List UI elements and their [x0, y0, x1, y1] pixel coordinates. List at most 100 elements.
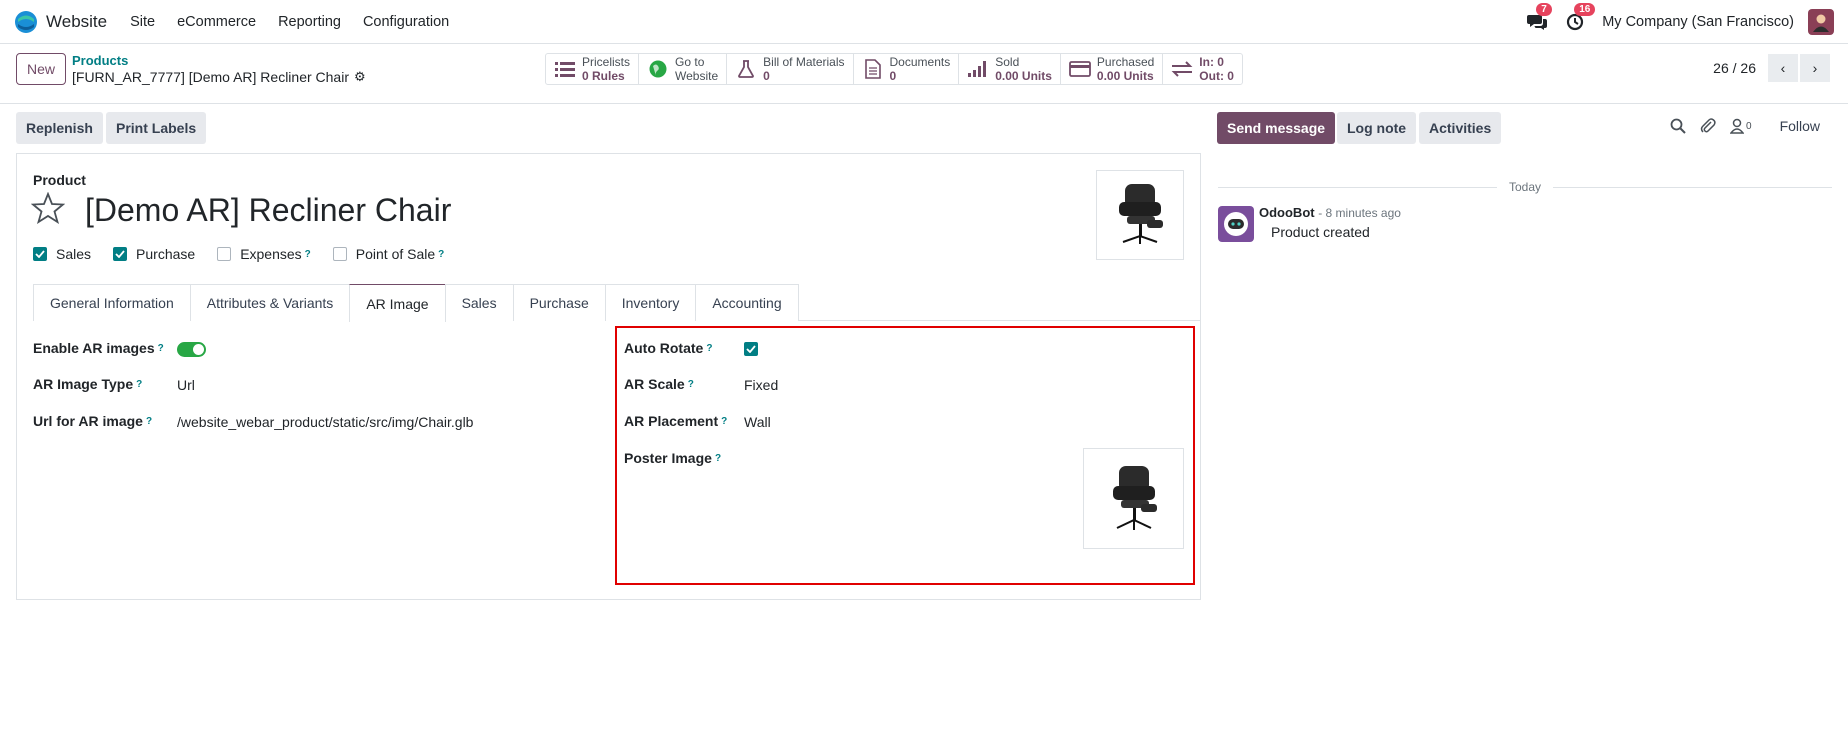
smart-purchased-line2: 0.00 Units — [1096, 69, 1154, 83]
menu-configuration[interactable]: Configuration — [363, 14, 449, 30]
menu-site[interactable]: Site — [130, 14, 155, 30]
tab-attributes-variants[interactable]: Attributes & Variants — [189, 284, 351, 321]
smart-button-pricelists[interactable]: Pricelists 0 Rules — [546, 54, 640, 84]
auto-rotate-field: Auto Rotate? — [624, 340, 712, 356]
breadcrumb-products-link[interactable]: Products — [72, 53, 366, 68]
message-author[interactable]: OdooBot — [1259, 205, 1315, 220]
ar-placement-value[interactable]: Wall — [744, 414, 771, 430]
favorite-star-icon[interactable] — [30, 191, 66, 227]
pager: 26 / 26 ‹ › — [1713, 54, 1830, 82]
replenish-button[interactable]: Replenish — [16, 112, 103, 144]
separator-line — [1218, 186, 1497, 188]
url-for-ar-image-input[interactable]: /website_webar_product/static/src/img/Ch… — [177, 414, 473, 430]
followers-count: 0 — [1746, 120, 1752, 132]
credit-card-icon — [1069, 61, 1091, 77]
purchase-checkbox[interactable] — [113, 247, 128, 261]
tab-ar-image[interactable]: AR Image — [349, 284, 446, 322]
log-note-button[interactable]: Log note — [1337, 112, 1417, 144]
smart-button-bill-of-materials[interactable]: Bill of Materials 0 — [727, 54, 854, 84]
ar-scale-label: AR Scale — [624, 376, 685, 392]
help-icon[interactable]: ? — [715, 453, 721, 464]
product-image[interactable] — [1096, 170, 1184, 260]
ar-placement-field: AR Placement? — [624, 413, 727, 429]
gear-icon[interactable]: ⚙ — [354, 69, 366, 85]
url-for-ar-image-value[interactable]: /website_webar_product/static/src/img/Ch… — [177, 414, 473, 430]
point-of-sale-checkbox[interactable] — [332, 247, 347, 261]
smart-button-purchased[interactable]: Purchased 0.00 Units — [1061, 54, 1164, 84]
new-button[interactable]: New — [16, 53, 67, 85]
breadcrumb-current: [FURN_AR_7777] [Demo AR] Recliner Chair … — [72, 69, 366, 85]
smart-website-line2: Website — [675, 69, 719, 83]
enable-ar-images-field: Enable AR images? — [33, 340, 164, 356]
pager-value[interactable]: 26 / 26 — [1713, 60, 1756, 76]
point-of-sale-option[interactable]: Point of Sale? — [332, 246, 444, 262]
enable-ar-images-label: Enable AR images — [33, 340, 155, 356]
ar-image-type-value[interactable]: Url — [177, 377, 195, 393]
chevron-right-icon: › — [1812, 60, 1818, 76]
help-icon[interactable]: ? — [438, 249, 444, 260]
send-message-button[interactable]: Send message — [1217, 112, 1336, 144]
print-labels-button[interactable]: Print Labels — [106, 112, 207, 144]
expenses-checkbox[interactable] — [217, 247, 232, 261]
ar-scale-select[interactable]: Fixed — [744, 377, 778, 393]
tab-inventory[interactable]: Inventory — [604, 284, 697, 321]
smart-button-go-to-website[interactable]: Go to Website — [639, 54, 728, 84]
smart-website-line1: Go to — [675, 55, 705, 69]
tab-accounting[interactable]: Accounting — [695, 284, 799, 321]
flask-icon — [735, 60, 757, 78]
url-for-ar-image-field: Url for AR image? — [33, 413, 152, 429]
poster-image[interactable] — [1083, 448, 1184, 549]
follow-button[interactable]: Follow — [1780, 118, 1820, 134]
smart-button-sold[interactable]: Sold 0.00 Units — [959, 54, 1061, 84]
activities-button[interactable]: Activities — [1419, 112, 1502, 144]
paperclip-icon[interactable] — [1700, 118, 1716, 134]
help-icon[interactable]: ? — [305, 249, 311, 260]
ar-image-type-select[interactable]: Url — [177, 377, 195, 393]
auto-rotate-checkbox[interactable] — [744, 342, 758, 356]
ar-placement-select[interactable]: Wall — [744, 414, 771, 430]
globe-icon — [647, 60, 669, 78]
tab-sales[interactable]: Sales — [444, 284, 514, 321]
help-icon[interactable]: ? — [146, 416, 152, 427]
app-brand[interactable]: Website — [14, 10, 107, 34]
help-icon[interactable]: ? — [136, 379, 142, 390]
ar-image-type-field: AR Image Type? — [33, 376, 142, 392]
smart-in-line: In: 0 — [1199, 55, 1224, 69]
smart-documents-line2: 0 — [889, 69, 897, 83]
search-icon[interactable] — [1670, 118, 1686, 134]
help-icon[interactable]: ? — [706, 343, 712, 354]
help-icon[interactable]: ? — [688, 379, 694, 390]
purchase-option[interactable]: Purchase — [113, 246, 195, 262]
pager-previous-button[interactable]: ‹ — [1768, 54, 1798, 82]
breadcrumb-current-label: [FURN_AR_7777] [Demo AR] Recliner Chair — [72, 69, 349, 85]
point-of-sale-label: Point of Sale — [355, 246, 436, 262]
menu-reporting[interactable]: Reporting — [278, 14, 341, 30]
smart-button-in-out[interactable]: In: 0 Out: 0 — [1163, 54, 1242, 84]
ar-scale-value[interactable]: Fixed — [744, 377, 778, 393]
odoobot-avatar[interactable] — [1218, 206, 1254, 242]
expenses-option[interactable]: Expenses? — [217, 246, 311, 262]
help-icon[interactable]: ? — [158, 343, 164, 354]
company-switcher[interactable]: My Company (San Francisco) — [1602, 14, 1794, 30]
today-label: Today — [1508, 180, 1542, 194]
purchase-label: Purchase — [136, 246, 196, 262]
activities-button[interactable]: 16 — [1564, 2, 1596, 33]
tab-general-information[interactable]: General Information — [33, 284, 191, 321]
smart-bom-line1: Bill of Materials — [763, 55, 845, 69]
product-name[interactable]: [Demo AR] Recliner Chair — [85, 192, 451, 229]
followers-button[interactable]: 0 — [1730, 118, 1752, 134]
app-name: Website — [46, 11, 108, 31]
enable-ar-images-toggle[interactable] — [177, 342, 206, 357]
help-icon[interactable]: ? — [721, 416, 727, 427]
sales-option[interactable]: Sales — [33, 246, 91, 262]
messages-button[interactable]: 7 — [1526, 2, 1552, 33]
tab-purchase[interactable]: Purchase — [512, 284, 606, 321]
user-avatar[interactable] — [1808, 8, 1834, 35]
pager-next-button[interactable]: › — [1800, 54, 1830, 82]
smart-button-documents[interactable]: Documents 0 — [854, 54, 960, 84]
sales-checkbox[interactable] — [33, 247, 47, 261]
smart-pricelists-line2: 0 Rules — [582, 69, 625, 83]
menu-ecommerce[interactable]: eCommerce — [177, 14, 256, 30]
activities-count-badge: 16 — [1574, 2, 1596, 16]
poster-image-label: Poster Image — [624, 450, 712, 466]
